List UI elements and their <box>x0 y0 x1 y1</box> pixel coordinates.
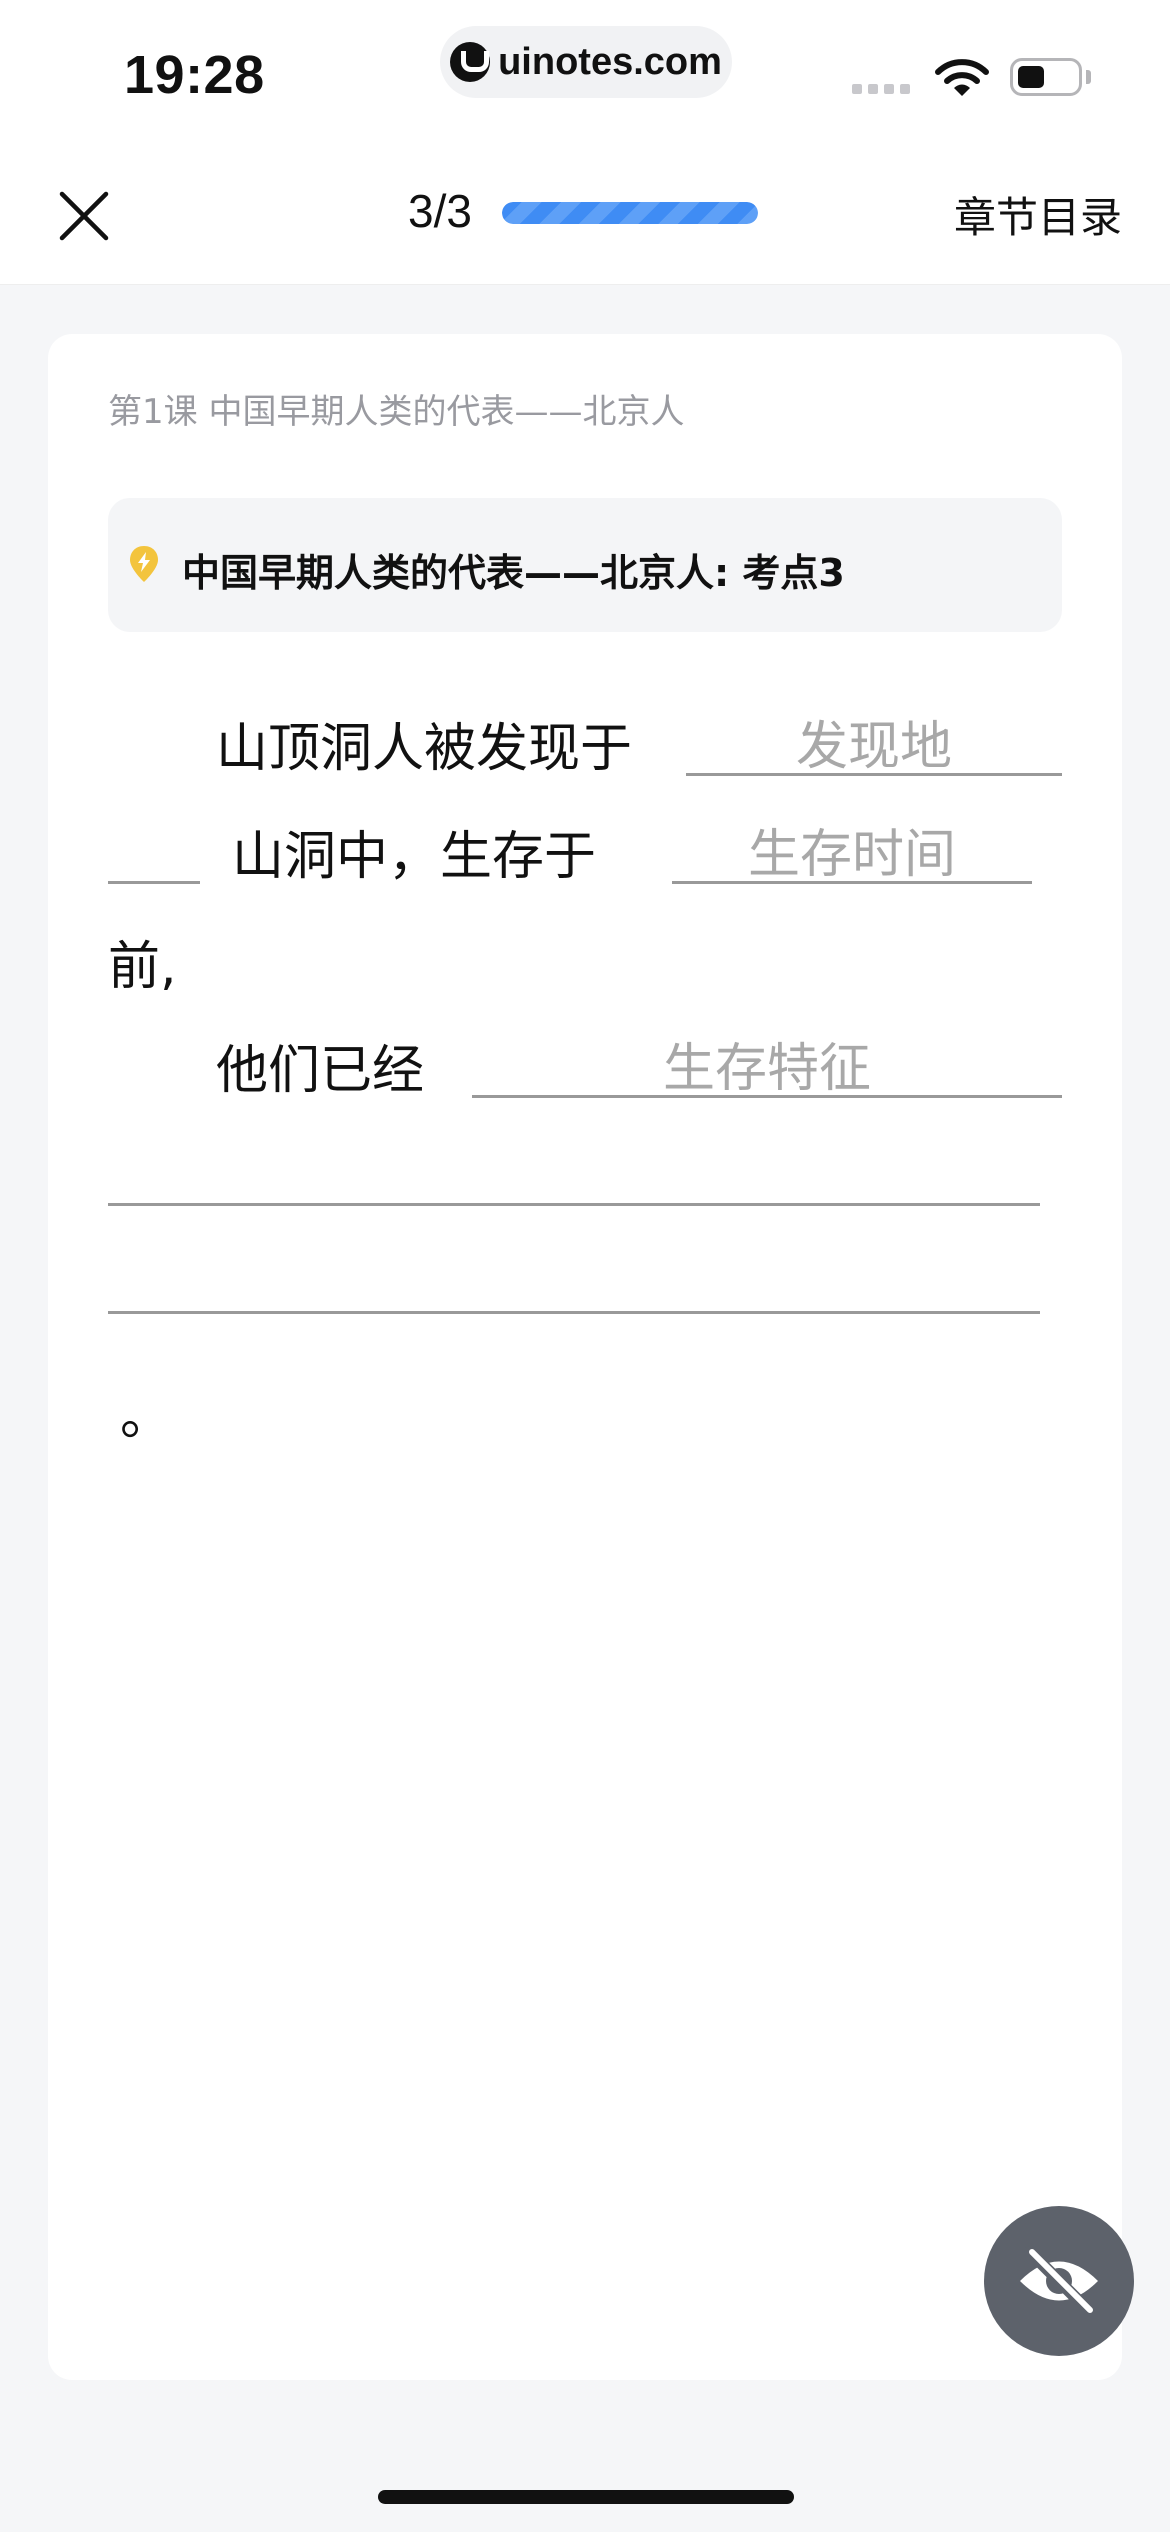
sentence-end: 。 <box>120 1387 173 1447</box>
progress-bar <box>502 202 758 224</box>
screen: 19:28 uinotes.com 3/3 章节目录 第1课 中国早期人类的代表… <box>0 0 1170 2532</box>
battery-tip <box>1086 70 1091 84</box>
lightning-badge-icon <box>130 546 158 582</box>
sentence-part-4: 他们已经 <box>216 1041 425 1101</box>
key-point-header: 中国早期人类的代表——北京人: 考点3 <box>108 498 1062 632</box>
sentence-part-1: 山顶洞人被发现于 <box>216 719 633 779</box>
blank-location[interactable]: 发现地 <box>686 704 1062 777</box>
chapter-toc-button[interactable]: 章节目录 <box>954 184 1122 245</box>
progress-text: 3/3 <box>408 185 472 237</box>
uinotes-logo-icon <box>450 42 491 82</box>
status-time: 19:28 <box>124 45 265 105</box>
content-card: 第1课 中国早期人类的代表——北京人 中国早期人类的代表——北京人: 考点3 山… <box>48 334 1122 2380</box>
status-bar: 19:28 uinotes.com <box>0 0 1170 140</box>
nav-bar: 3/3 章节目录 <box>0 140 1170 285</box>
url-pill[interactable]: uinotes.com <box>440 26 732 98</box>
eye-off-icon <box>1020 2246 1098 2316</box>
sentence-part-3: 前, <box>108 937 177 997</box>
wifi-icon <box>935 59 989 96</box>
hide-answers-button[interactable] <box>984 2206 1134 2356</box>
close-icon[interactable] <box>56 188 112 244</box>
sentence-part-2: 山洞中，生存于 <box>232 827 597 887</box>
cellular-signal-icon <box>852 84 910 94</box>
blank-features[interactable]: 生存特征 <box>472 1026 1062 1099</box>
blank-location-continued[interactable] <box>108 804 200 884</box>
key-point-title: 中国早期人类的代表——北京人: 考点3 <box>182 551 845 595</box>
home-indicator <box>378 2490 794 2504</box>
progress-fill <box>502 202 758 224</box>
blank-features-line-2[interactable] <box>108 1130 1040 1206</box>
battery-icon <box>1010 58 1082 96</box>
blank-time[interactable]: 生存时间 <box>672 812 1032 885</box>
blank-features-line-3[interactable] <box>108 1238 1040 1314</box>
url-text: uinotes.com <box>498 40 722 83</box>
lesson-title: 第1课 中国早期人类的代表——北京人 <box>108 392 685 432</box>
